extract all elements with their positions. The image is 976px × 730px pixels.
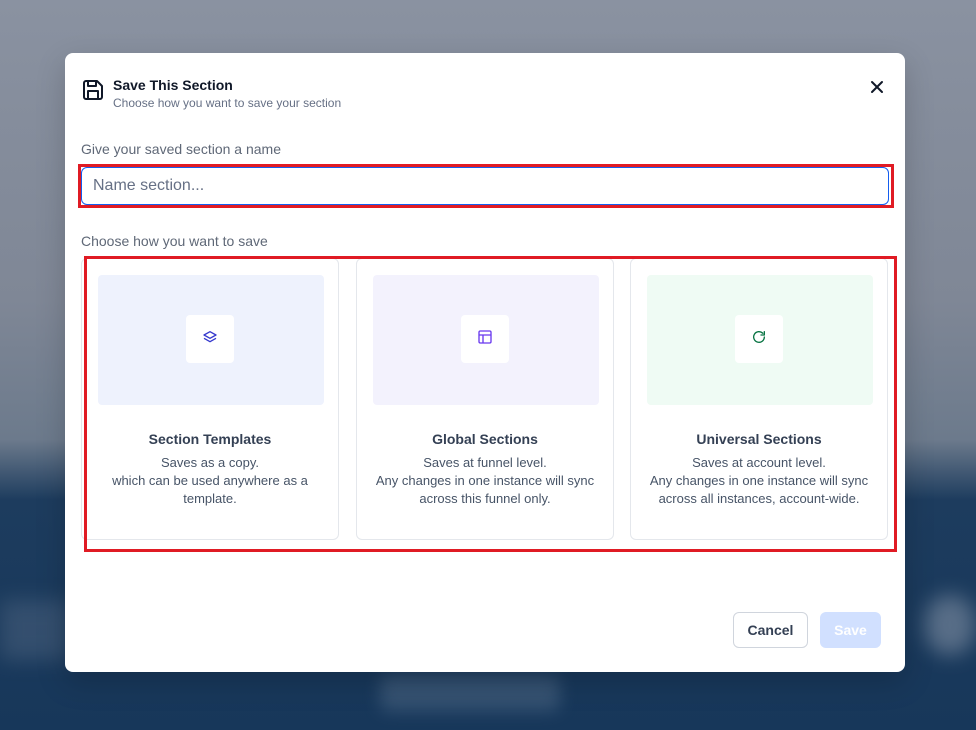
icon-tile: [186, 315, 234, 363]
dialog-title: Save This Section: [113, 77, 233, 93]
card-description: Saves as a copy. which can be used anywh…: [90, 454, 330, 508]
section-name-input[interactable]: [81, 167, 889, 205]
card-description: Saves at account level. Any changes in o…: [639, 454, 879, 508]
card-description-line: Saves at funnel level.: [423, 455, 547, 470]
layers-icon: [202, 329, 218, 350]
card-description: Saves at funnel level. Any changes in on…: [365, 454, 605, 508]
card-preview: [98, 275, 324, 405]
card-description-line: Saves as a copy.: [160, 455, 260, 470]
save-icon: [81, 78, 105, 102]
save-button[interactable]: Save: [820, 612, 881, 648]
save-method-label: Choose how you want to save: [81, 233, 268, 249]
card-title: Global Sections: [432, 431, 538, 447]
cancel-button[interactable]: Cancel: [733, 612, 808, 648]
dialog-header: Save This Section Choose how you want to…: [81, 77, 889, 110]
card-title: Section Templates: [148, 431, 272, 447]
close-icon: [870, 80, 884, 99]
icon-tile: [461, 315, 509, 363]
dialog-subtitle: Choose how you want to save your section: [113, 96, 342, 110]
save-section-dialog: Save This Section Choose how you want to…: [65, 53, 905, 672]
refresh-icon: [751, 329, 767, 350]
card-preview: [647, 275, 873, 405]
card-universal-sections[interactable]: Universal Sections Saves at account leve…: [630, 258, 888, 540]
backdrop-shape: [925, 595, 975, 655]
close-button[interactable]: [865, 77, 889, 101]
card-description-line: which can be used anywhere as a template…: [112, 473, 308, 506]
save-option-cards: Section Templates Saves as a copy. which…: [81, 258, 889, 540]
card-preview: [373, 275, 599, 405]
backdrop-shape: [0, 600, 70, 660]
layout-icon: [477, 329, 493, 350]
card-description-line: Any changes in one instance will sync ac…: [375, 473, 595, 506]
section-name-label: Give your saved section a name: [81, 141, 281, 157]
card-description-line: Saves at account level.: [692, 455, 826, 470]
card-title: Universal Sections: [696, 431, 822, 447]
card-section-templates[interactable]: Section Templates Saves as a copy. which…: [81, 258, 339, 540]
card-global-sections[interactable]: Global Sections Saves at funnel level. A…: [356, 258, 614, 540]
backdrop-shape: [380, 675, 560, 711]
card-description-line: Any changes in one instance will sync ac…: [649, 473, 869, 506]
icon-tile: [735, 315, 783, 363]
